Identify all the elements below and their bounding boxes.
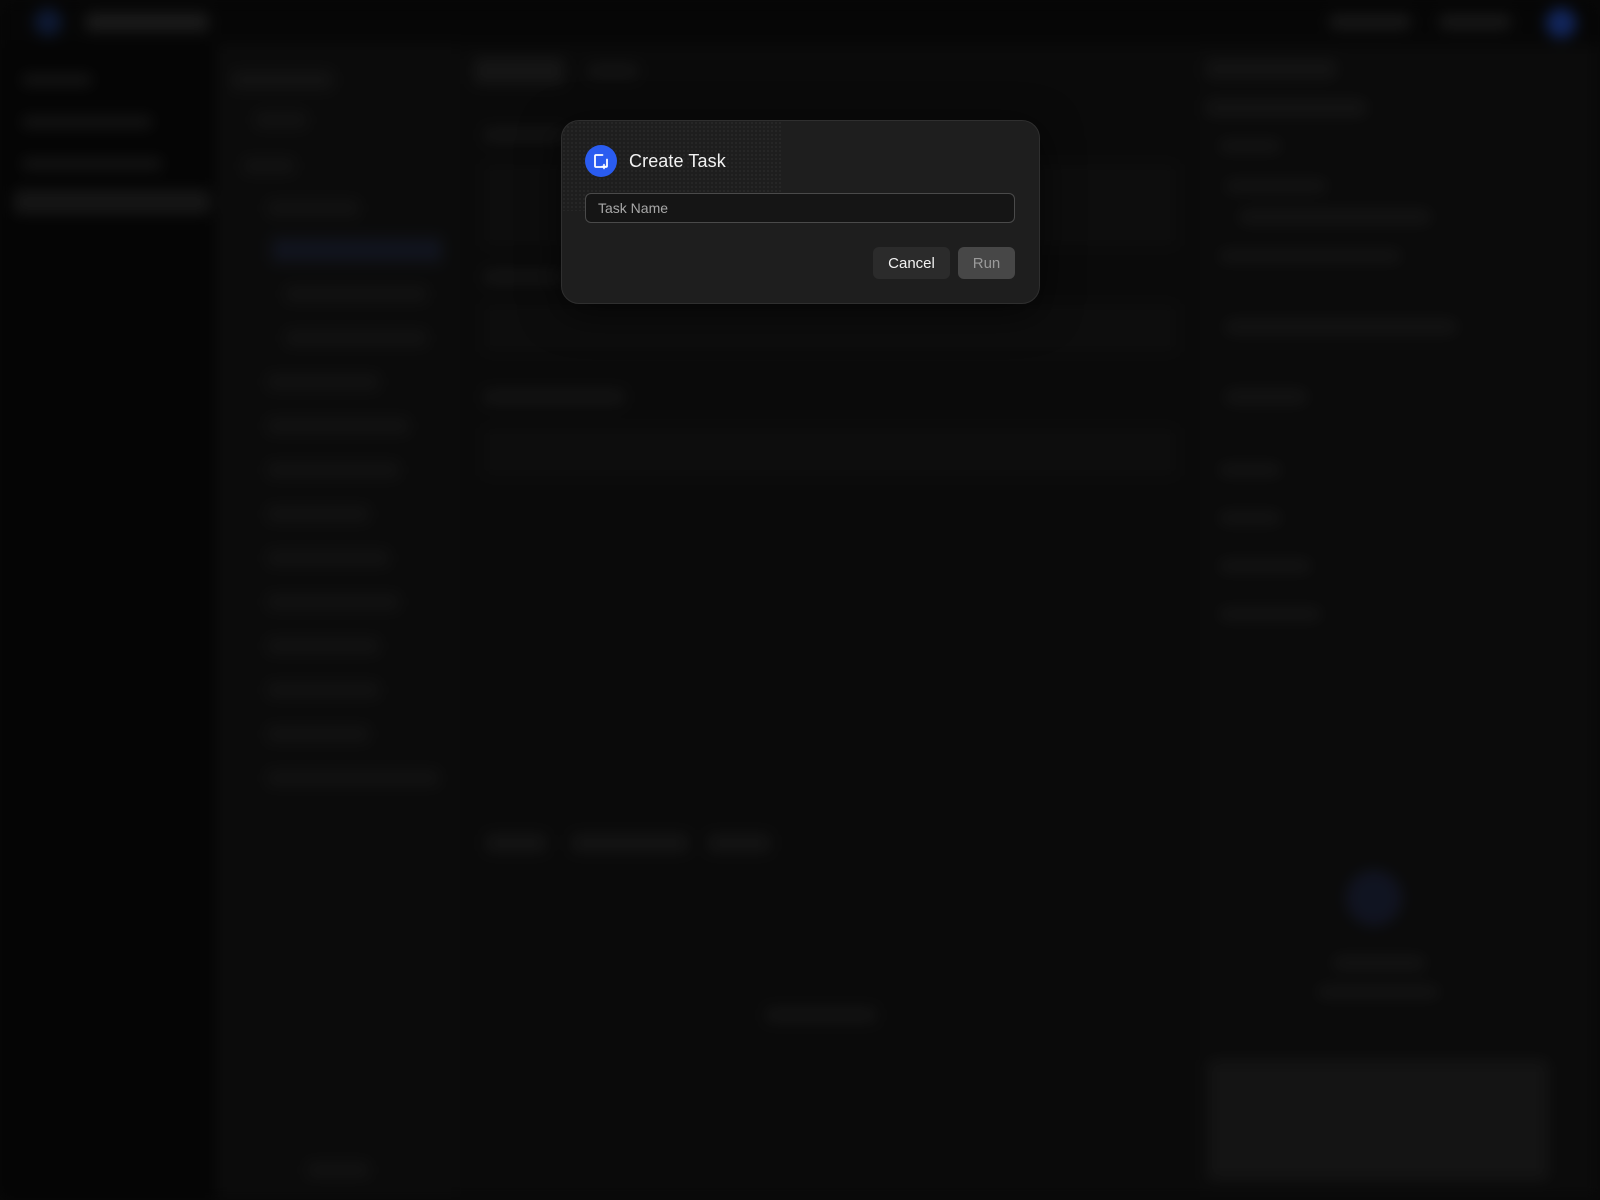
dialog-title: Create Task [629,150,726,171]
cancel-button[interactable]: Cancel [873,247,950,279]
create-task-dialog: Create Task Cancel Run [561,120,1040,304]
add-task-icon [585,145,617,177]
task-name-input[interactable] [585,193,1015,223]
run-button[interactable]: Run [958,247,1015,279]
dialog-header: Create Task [585,145,726,177]
